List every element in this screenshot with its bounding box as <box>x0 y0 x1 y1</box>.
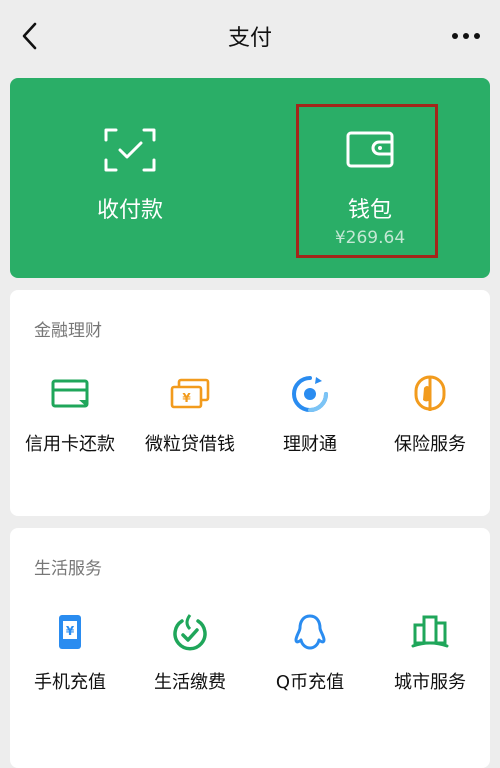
receive-pay-button[interactable]: 收付款 <box>10 78 250 278</box>
insurance-service-button[interactable]: 保险服务 <box>370 374 490 470</box>
wallet-label: 钱包 <box>347 198 392 223</box>
more-dots-icon <box>452 33 480 39</box>
weilidai-loan-button[interactable]: ¥ 微粒贷借钱 <box>130 374 250 470</box>
more-button[interactable] <box>446 18 486 54</box>
penguin-icon <box>290 612 330 652</box>
insurance-icon <box>410 374 450 414</box>
wallet-balance: ¥269.64 <box>334 228 406 248</box>
scan-check-icon <box>104 128 156 172</box>
phone-recharge-label: 手机充值 <box>34 672 106 693</box>
licaitong-button[interactable]: 理财通 <box>250 374 370 470</box>
receive-pay-label: 收付款 <box>96 198 163 223</box>
phone-recharge-icon: ¥ <box>50 612 90 652</box>
life-section-title: 生活服务 <box>34 559 102 579</box>
credit-card-repayment-label: 信用卡还款 <box>25 434 115 455</box>
finance-section-title: 金融理财 <box>34 321 102 341</box>
city-service-button[interactable]: 城市服务 <box>370 612 490 708</box>
city-buildings-icon <box>410 612 450 652</box>
weilidai-loan-label: 微粒贷借钱 <box>145 434 235 455</box>
phone-recharge-button[interactable]: ¥ 手机充值 <box>10 612 130 708</box>
credit-card-repayment-button[interactable]: 信用卡还款 <box>10 374 130 470</box>
wallet-button[interactable]: 钱包 ¥269.64 <box>250 78 490 278</box>
wallet-icon <box>346 131 394 168</box>
finance-section: 金融理财 信用卡还款 ¥ 微粒贷借钱 理财通 保险服务 <box>10 290 490 516</box>
top-bar: 支付 <box>0 0 500 72</box>
utility-payment-icon <box>170 612 210 652</box>
wealth-icon <box>290 374 330 414</box>
page-title: 支付 <box>227 26 272 51</box>
licaitong-label: 理财通 <box>283 434 337 455</box>
utility-payment-label: 生活缴费 <box>154 672 226 693</box>
qcoin-recharge-label: Q币充值 <box>275 672 345 693</box>
wallet-card: 收付款 钱包 ¥269.64 <box>10 78 490 278</box>
svg-text:¥: ¥ <box>66 624 75 638</box>
cash-stack-icon: ¥ <box>170 374 210 414</box>
svg-text:¥: ¥ <box>182 391 191 405</box>
life-services-section: 生活服务 ¥ 手机充值 生活缴费 Q币充值 城市服务 <box>10 528 490 768</box>
qcoin-recharge-button[interactable]: Q币充值 <box>250 612 370 708</box>
utility-payment-button[interactable]: 生活缴费 <box>130 612 250 708</box>
insurance-service-label: 保险服务 <box>394 434 466 455</box>
city-service-label: 城市服务 <box>394 672 466 693</box>
credit-card-icon <box>50 374 90 414</box>
